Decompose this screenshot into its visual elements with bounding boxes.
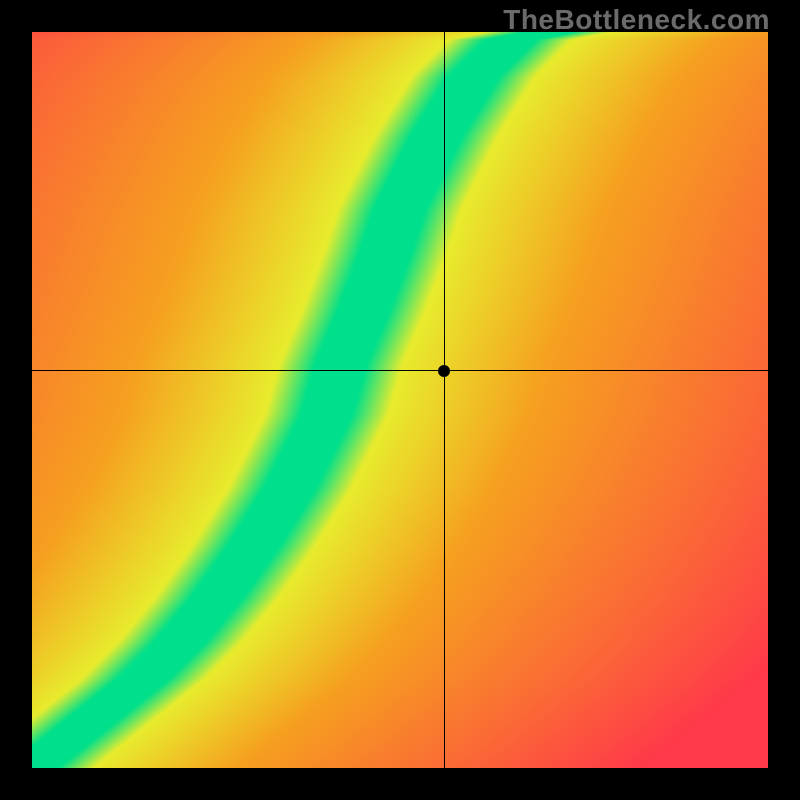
chart-root: TheBottleneck.com: [0, 0, 800, 800]
heatmap-plot: [32, 32, 768, 768]
heatmap-canvas: [32, 32, 768, 768]
watermark-text: TheBottleneck.com: [503, 4, 770, 36]
